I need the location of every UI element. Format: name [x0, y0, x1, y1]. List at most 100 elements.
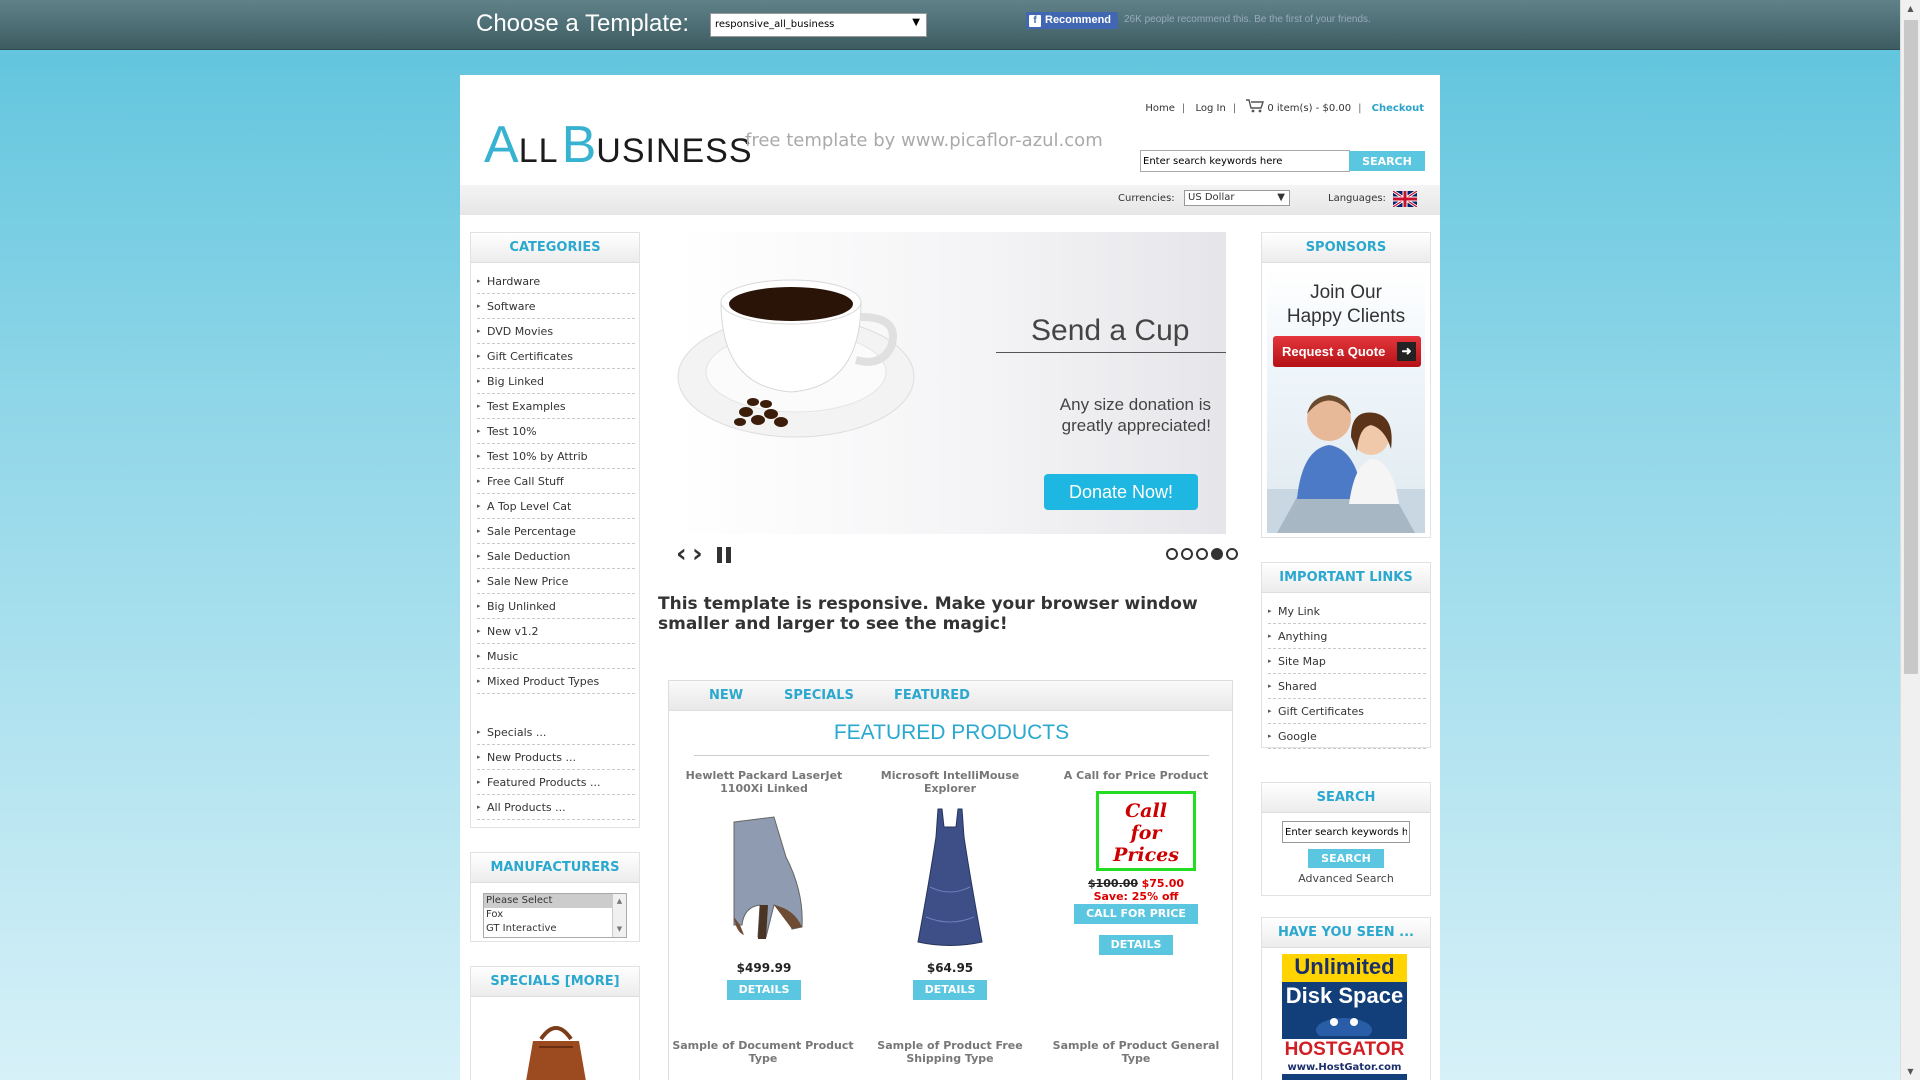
important-link-item[interactable]: Shared: [1268, 674, 1426, 699]
category-extra-item[interactable]: Specials ...: [477, 720, 635, 745]
slide-dot-active[interactable]: [1211, 548, 1223, 560]
have-you-seen-title: HAVE YOU SEEN ...: [1262, 918, 1430, 948]
tab-new[interactable]: NEW: [709, 688, 743, 703]
product-name[interactable]: Sample of Product General Type: [1046, 1039, 1226, 1067]
vertical-scrollbar[interactable]: ▲ ▼: [1900, 0, 1920, 1080]
tab-featured[interactable]: FEATURED: [894, 688, 970, 703]
ad-brand: HOSTGATOR: [1282, 1039, 1407, 1061]
scroll-down-icon[interactable]: ▼: [1901, 1063, 1920, 1080]
category-item[interactable]: Sale Percentage: [477, 519, 635, 544]
call-for-prices-badge[interactable]: Call for Prices: [1096, 791, 1196, 871]
top-links: Home | Log In | 0 item(s) - $0.00 | Checkou…: [1145, 99, 1424, 114]
facebook-recommend-button[interactable]: f Recommend: [1026, 12, 1118, 29]
product-image[interactable]: Call for Prices: [1046, 785, 1226, 877]
currency-language-bar: Currencies: US Dollar ▼ Languages:: [460, 185, 1440, 215]
ad-line-2: Disk Space: [1285, 983, 1404, 1008]
important-links-title: IMPORTANT LINKS: [1262, 563, 1430, 593]
hostgator-banner[interactable]: Unlimited Disk Space HOSTGATOR www.HostG…: [1282, 954, 1407, 1080]
call-for-price-button[interactable]: CALL FOR PRICE: [1074, 904, 1198, 924]
product-price: $499.99: [736, 961, 792, 975]
category-item[interactable]: Big Unlinked: [477, 594, 635, 619]
product-image[interactable]: [674, 797, 854, 957]
category-item[interactable]: Test 10% by Attrib: [477, 444, 635, 469]
request-quote-button[interactable]: Request a Quote ➜: [1273, 336, 1421, 367]
header-search-input[interactable]: [1140, 150, 1350, 172]
chevron-down-icon: ▼: [1277, 192, 1285, 203]
sidebar-search-input[interactable]: [1282, 821, 1410, 843]
category-item[interactable]: Test Examples: [477, 394, 635, 419]
details-button[interactable]: DETAILS: [726, 980, 802, 1000]
category-item[interactable]: Free Call Stuff: [477, 469, 635, 494]
product-name[interactable]: Sample of Document Product Type: [669, 1039, 857, 1067]
product-name[interactable]: Microsoft IntelliMouse Explorer: [860, 769, 1040, 797]
login-link[interactable]: Log In: [1195, 103, 1225, 114]
manufacturers-box: MANUFACTURERS Please Select Fox GT Inter…: [470, 852, 640, 942]
manufacturer-option[interactable]: Please Select: [484, 894, 626, 908]
category-item[interactable]: A Top Level Cat: [477, 494, 635, 519]
important-link-item[interactable]: Anything: [1268, 624, 1426, 649]
category-item[interactable]: Sale Deduction: [477, 544, 635, 569]
chevron-right-icon[interactable]: ›: [692, 541, 703, 567]
category-item[interactable]: DVD Movies: [477, 319, 635, 344]
category-item[interactable]: Big Linked: [477, 369, 635, 394]
important-link-item[interactable]: Site Map: [1268, 649, 1426, 674]
slide-dot[interactable]: [1166, 548, 1178, 560]
handbag-product-image[interactable]: [521, 1017, 591, 1080]
scroll-up-icon[interactable]: ▲: [1901, 0, 1920, 17]
category-item[interactable]: Hardware: [477, 269, 635, 294]
category-extra-item[interactable]: Featured Products ...: [477, 770, 635, 795]
slide-dot[interactable]: [1226, 548, 1238, 560]
template-select[interactable]: responsive_all_business ▼: [710, 13, 927, 37]
product-name[interactable]: Sample of Product Free Shipping Type: [860, 1039, 1040, 1067]
sponsor-banner[interactable]: Join Our Happy Clients Request a Quote ➜: [1267, 269, 1425, 533]
manufacturer-option[interactable]: GT Interactive: [484, 922, 626, 936]
cart-icon[interactable]: [1246, 99, 1265, 113]
currency-select[interactable]: US Dollar ▼: [1184, 190, 1290, 206]
pause-icon[interactable]: [716, 546, 732, 564]
sponsors-box: SPONSORS Join Our Happy Clients Request …: [1261, 232, 1431, 538]
site-logo[interactable]: ALL BUSINESS: [484, 115, 753, 175]
category-item[interactable]: Software: [477, 294, 635, 319]
checkout-link[interactable]: Checkout: [1372, 103, 1424, 114]
details-button[interactable]: DETAILS: [912, 980, 988, 1000]
slide-dot[interactable]: [1196, 548, 1208, 560]
category-item[interactable]: Sale New Price: [477, 569, 635, 594]
category-item[interactable]: Mixed Product Types: [477, 669, 635, 694]
slide-dot[interactable]: [1181, 548, 1193, 560]
listbox-scrollbar[interactable]: ▲ ▼: [612, 894, 626, 937]
category-item[interactable]: New v1.2: [477, 619, 635, 644]
sidebar-search-button[interactable]: SEARCH: [1308, 849, 1384, 868]
slide-text-line: Any size donation is: [1059, 395, 1211, 414]
category-extra-item[interactable]: New Products ...: [477, 745, 635, 770]
product-image[interactable]: [860, 797, 1040, 957]
cart-summary-link[interactable]: 0 item(s) - $0.00: [1267, 103, 1351, 114]
categories-title: CATEGORIES: [471, 233, 639, 263]
advanced-search-link[interactable]: Advanced Search: [1262, 872, 1430, 885]
product-name[interactable]: Hewlett Packard LaserJet 1100Xi Linked: [674, 769, 854, 797]
manufacturer-option[interactable]: Fox: [484, 908, 626, 922]
manufacturers-listbox[interactable]: Please Select Fox GT Interactive ▲ ▼: [483, 893, 627, 938]
boot-product-image[interactable]: [674, 797, 854, 957]
category-item[interactable]: Gift Certificates: [477, 344, 635, 369]
scrollbar-thumb[interactable]: [1904, 20, 1918, 674]
product-name[interactable]: A Call for Price Product: [1046, 769, 1226, 785]
slide-text-line: greatly appreciated!: [1061, 416, 1211, 435]
uk-flag-icon[interactable]: [1393, 191, 1417, 207]
chevron-left-icon[interactable]: ‹: [676, 541, 687, 567]
category-item[interactable]: Music: [477, 644, 635, 669]
category-extra-item[interactable]: All Products ...: [477, 795, 635, 820]
category-item[interactable]: Test 10%: [477, 419, 635, 444]
old-price: $100.00: [1087, 877, 1139, 890]
important-link-item[interactable]: Google: [1268, 724, 1426, 749]
home-link[interactable]: Home: [1145, 103, 1175, 114]
header-search-button[interactable]: SEARCH: [1349, 151, 1425, 171]
details-button[interactable]: DETAILS: [1098, 935, 1174, 955]
donate-now-button[interactable]: Donate Now!: [1044, 474, 1198, 510]
dress-product-image[interactable]: [860, 797, 1040, 957]
important-link-item[interactable]: My Link: [1268, 599, 1426, 624]
important-link-item[interactable]: Gift Certificates: [1268, 699, 1426, 724]
right-search-box: SEARCH SEARCH Advanced Search: [1261, 782, 1431, 896]
tab-specials[interactable]: SPECIALS: [784, 688, 854, 703]
hero-slider[interactable]: Send a Cup Any size donation is greatly …: [676, 232, 1226, 534]
specials-title[interactable]: SPECIALS [MORE]: [471, 967, 639, 997]
